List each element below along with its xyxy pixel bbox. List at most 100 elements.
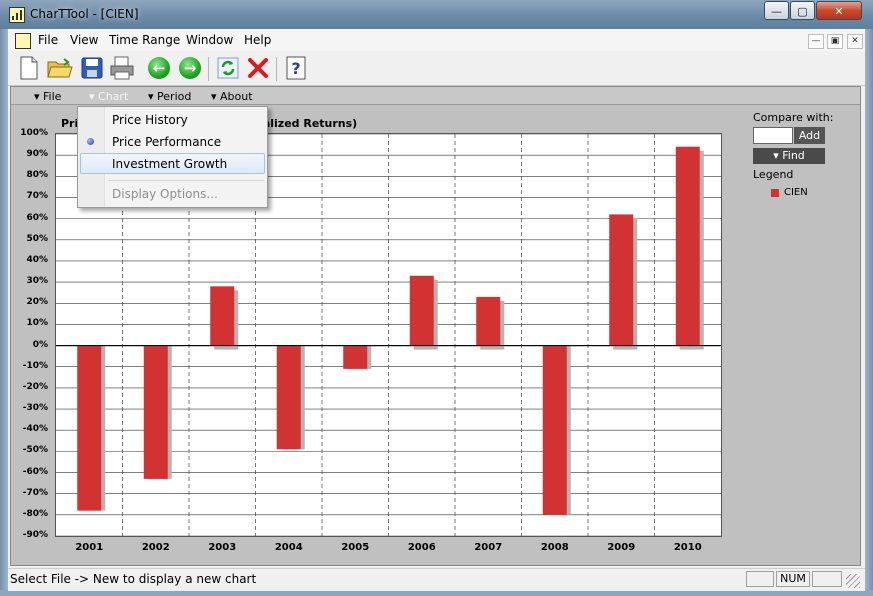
y-tick-label: 70% bbox=[26, 191, 48, 202]
forward-button[interactable]: → bbox=[177, 55, 203, 81]
toolbar-separator bbox=[208, 57, 209, 81]
menu-help[interactable]: Help bbox=[244, 33, 271, 47]
x-tick-label: 2002 bbox=[141, 542, 170, 553]
menu-view[interactable]: View bbox=[70, 33, 98, 47]
compare-label: Compare with: bbox=[753, 111, 834, 124]
y-tick-label: 10% bbox=[26, 318, 48, 329]
new-button[interactable] bbox=[16, 55, 42, 81]
add-button[interactable]: Add bbox=[794, 127, 825, 144]
toolbar bbox=[8, 51, 865, 86]
bar-2001 bbox=[77, 345, 102, 511]
refresh-button[interactable] bbox=[215, 55, 241, 81]
legend-label: Legend bbox=[753, 168, 794, 181]
red-x-icon bbox=[248, 58, 268, 78]
new-document-icon bbox=[20, 56, 38, 80]
bar-2007 bbox=[476, 296, 501, 346]
menu-window[interactable]: Window bbox=[186, 33, 233, 47]
y-tick-label: 0% bbox=[32, 339, 48, 350]
app-icon bbox=[9, 7, 25, 23]
y-tick-label: -10% bbox=[22, 360, 48, 371]
menu-item-display-options: Display Options... bbox=[112, 187, 218, 201]
refresh-icon bbox=[217, 57, 239, 79]
help-button[interactable]: ? bbox=[283, 55, 309, 81]
y-tick-label: 30% bbox=[26, 276, 48, 287]
legend-swatch bbox=[771, 189, 779, 197]
x-tick-label: 2005 bbox=[341, 542, 370, 553]
x-tick-label: 2001 bbox=[75, 542, 104, 553]
y-tick-label: -60% bbox=[22, 466, 48, 477]
bar-2003 bbox=[210, 286, 235, 346]
svg-text:?: ? bbox=[291, 59, 300, 78]
x-tick-label: 2004 bbox=[274, 542, 303, 553]
delete-button[interactable] bbox=[245, 55, 271, 81]
menu-item-price-performance[interactable]: Price Performance bbox=[112, 135, 221, 149]
compare-input[interactable] bbox=[753, 127, 793, 144]
help-question-icon: ? bbox=[286, 56, 306, 80]
panel-menu-about[interactable]: ▾ About bbox=[211, 90, 253, 103]
arrow-right-icon: → bbox=[179, 57, 201, 79]
mdi-minimize-button[interactable]: — bbox=[808, 34, 824, 49]
chart-title-prefix: Pri bbox=[61, 117, 79, 130]
y-tick-label: -70% bbox=[22, 487, 48, 498]
bar-2009 bbox=[609, 214, 634, 346]
y-tick-label: 50% bbox=[26, 233, 48, 244]
x-tick-label: 2006 bbox=[407, 542, 436, 553]
minimize-button[interactable]: — bbox=[764, 1, 789, 20]
window-title: CharTTool - [CIEN] bbox=[30, 7, 139, 21]
x-tick-label: 2003 bbox=[208, 542, 237, 553]
resize-grip-icon[interactable] bbox=[846, 574, 860, 588]
menu-item-investment-growth[interactable]: Investment Growth bbox=[112, 157, 227, 171]
bar-2010 bbox=[675, 146, 700, 346]
menu-item-price-history[interactable]: Price History bbox=[112, 113, 188, 127]
y-tick-label: -90% bbox=[22, 530, 48, 540]
y-tick-label: 40% bbox=[26, 254, 48, 265]
status-pane-blank bbox=[746, 571, 774, 587]
bar-2008 bbox=[542, 345, 567, 515]
bar-2004 bbox=[276, 345, 301, 450]
find-button[interactable]: ▾ Find bbox=[753, 148, 825, 164]
bar-2005 bbox=[343, 345, 368, 369]
y-tick-label: -30% bbox=[22, 403, 48, 414]
y-tick-label: 100% bbox=[20, 128, 48, 138]
arrow-left-icon: ← bbox=[148, 57, 170, 79]
mdi-doc-icon bbox=[15, 33, 31, 49]
printer-icon bbox=[110, 56, 134, 80]
x-tick-label: 2010 bbox=[673, 542, 702, 553]
panel-menu-bar bbox=[11, 87, 860, 105]
panel-menu-chart[interactable]: ▾ Chart bbox=[89, 90, 128, 103]
y-tick-label: 60% bbox=[26, 212, 48, 223]
print-button[interactable] bbox=[109, 55, 135, 81]
maximize-button[interactable]: ▢ bbox=[790, 1, 815, 20]
window-frame-right bbox=[865, 29, 873, 596]
status-pane-blank bbox=[812, 571, 842, 587]
status-text: Select File -> New to display a new char… bbox=[10, 572, 257, 586]
close-button[interactable]: ✕ bbox=[816, 1, 862, 20]
status-num-indicator: NUM bbox=[776, 571, 810, 587]
y-tick-label: 90% bbox=[26, 149, 48, 160]
x-tick-label: 2009 bbox=[607, 542, 636, 553]
x-tick-label: 2007 bbox=[474, 542, 503, 553]
mdi-restore-button[interactable]: ▣ bbox=[827, 34, 843, 49]
menu-separator bbox=[108, 180, 264, 181]
panel-menu-period[interactable]: ▾ Period bbox=[148, 90, 191, 103]
radio-selected-icon bbox=[87, 138, 94, 145]
chart-title-suffix: ualized Returns) bbox=[255, 117, 358, 130]
bar-2006 bbox=[409, 275, 434, 346]
panel-menu-file[interactable]: ▾ File bbox=[34, 90, 61, 103]
y-tick-label: -80% bbox=[22, 508, 48, 519]
toolbar-separator bbox=[276, 57, 277, 81]
legend-entry: CIEN bbox=[784, 187, 808, 198]
open-folder-icon bbox=[47, 58, 73, 78]
open-button[interactable] bbox=[47, 55, 73, 81]
mdi-close-button[interactable]: ✕ bbox=[847, 34, 863, 49]
menu-file[interactable]: File bbox=[38, 33, 58, 47]
y-tick-label: -20% bbox=[22, 381, 48, 392]
y-tick-label: -40% bbox=[22, 424, 48, 435]
menu-time-range[interactable]: Time Range bbox=[109, 33, 180, 47]
y-tick-label: 80% bbox=[26, 170, 48, 181]
y-tick-label: -50% bbox=[22, 445, 48, 456]
y-tick-label: 20% bbox=[26, 297, 48, 308]
bar-2002 bbox=[143, 345, 168, 479]
save-button[interactable] bbox=[79, 55, 105, 81]
back-button[interactable]: ← bbox=[146, 55, 172, 81]
